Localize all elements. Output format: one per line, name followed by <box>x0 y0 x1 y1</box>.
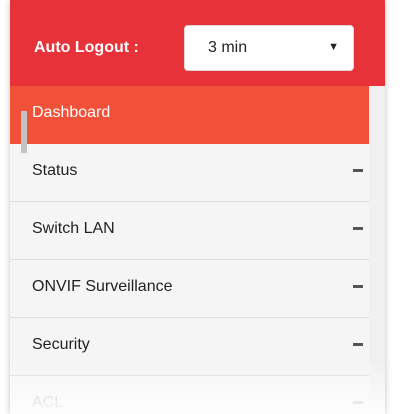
auto-logout-value: 3 min <box>208 39 248 56</box>
auto-logout-select[interactable]: 3 min ▼ <box>184 25 354 71</box>
sidebar-item-status[interactable]: Status ▬ <box>10 144 369 202</box>
sidebar-item-label: Switch LAN <box>32 220 115 237</box>
sidebar-item-security[interactable]: Security ▬ <box>10 318 369 376</box>
sidebar-menu: Dashboard Status ▬ Switch LAN ▬ ONVIF Su… <box>10 86 369 414</box>
chevron-down-icon: ▬ <box>353 396 363 407</box>
sidebar-item-label: Dashboard <box>32 104 111 121</box>
chevron-down-icon: ▬ <box>353 338 363 349</box>
app-frame: Auto Logout : 3 min ▼ Dashboard Status ▬… <box>10 0 385 414</box>
header-bar: Auto Logout : 3 min ▼ <box>10 0 385 86</box>
sidebar-item-acl[interactable]: ACL ▬ <box>10 376 369 414</box>
scrollbar-thumb[interactable] <box>21 111 27 153</box>
sidebar-item-label: ACL <box>32 394 64 411</box>
sidebar-item-onvif-surveillance[interactable]: ONVIF Surveillance ▬ <box>10 260 369 318</box>
sidebar-item-dashboard[interactable]: Dashboard <box>10 86 369 144</box>
sidebar-item-switch-lan[interactable]: Switch LAN ▬ <box>10 202 369 260</box>
sidebar-item-label: Status <box>32 162 78 179</box>
chevron-down-icon: ▬ <box>353 222 363 233</box>
chevron-down-icon: ▬ <box>353 280 363 291</box>
chevron-down-icon: ▬ <box>353 164 363 175</box>
auto-logout-label: Auto Logout : <box>34 39 139 56</box>
scrollbar-track[interactable] <box>369 86 385 414</box>
dropdown-arrow-icon: ▼ <box>328 41 339 53</box>
sidebar-item-label: Security <box>32 336 90 353</box>
sidebar-item-label: ONVIF Surveillance <box>32 278 173 295</box>
